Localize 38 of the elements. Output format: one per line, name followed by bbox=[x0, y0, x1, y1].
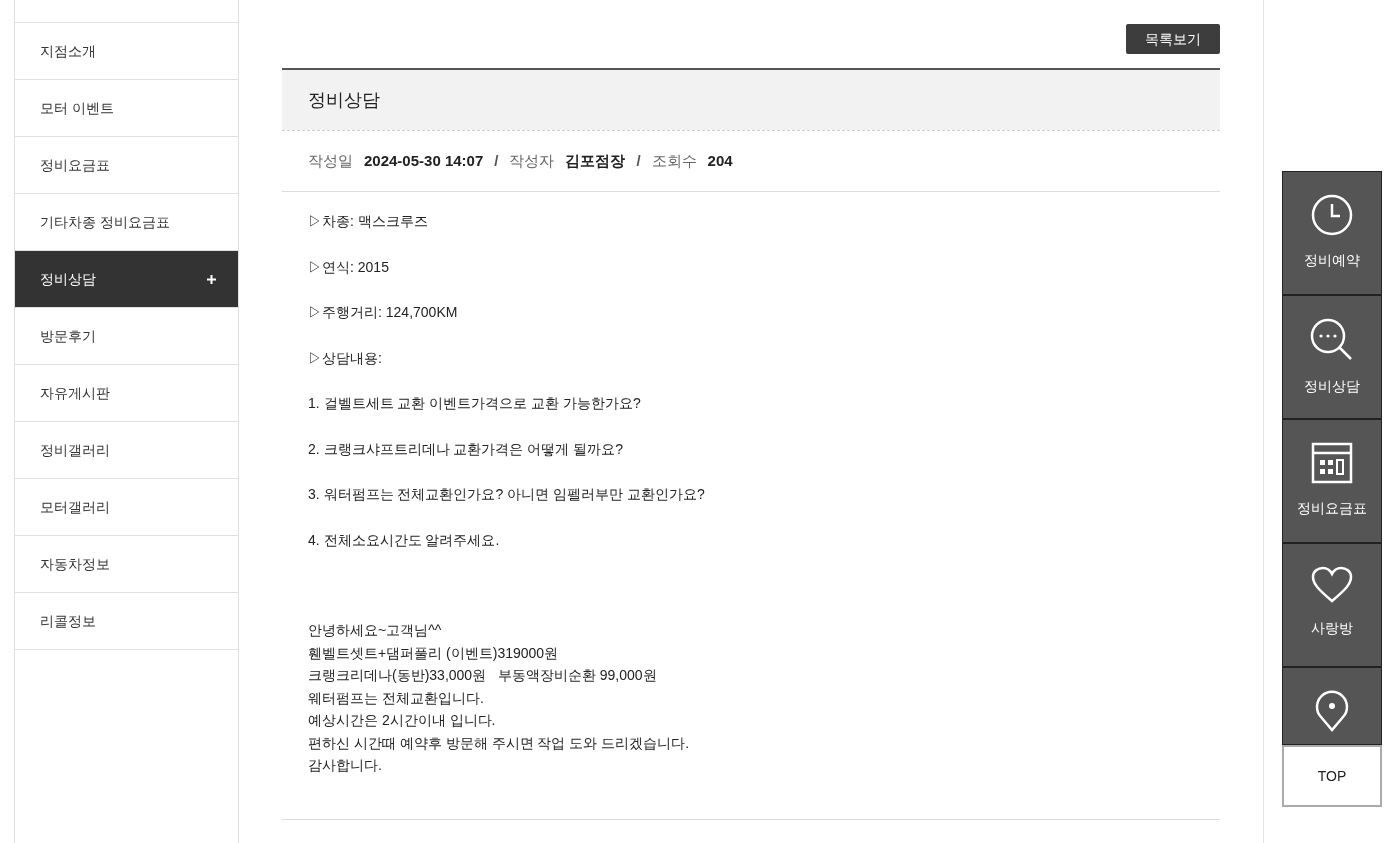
body-text: 1. 걸벨트세트 교환 이벤트가격으로 교환 가능한가요? bbox=[308, 394, 642, 413]
body-text: ▷주행거리: 124,700KM bbox=[308, 303, 459, 322]
quick-menu-item[interactable] bbox=[1282, 667, 1382, 745]
meta-value: 김포점장 bbox=[565, 150, 626, 171]
body-text: 예상시간은 2시간이내 입니다. bbox=[308, 711, 497, 730]
separator: / bbox=[494, 150, 499, 171]
top-button[interactable]: TOP bbox=[1282, 745, 1382, 807]
body-text: ▷상담내용: bbox=[308, 348, 383, 368]
quick-menu-item[interactable]: 정비요금표 bbox=[1282, 419, 1382, 543]
meta-label: 작성일 bbox=[308, 150, 353, 171]
body-text: 크랭크리데나(동반)33,000원 부동액장비순환 99,000원 bbox=[308, 666, 658, 685]
body-text: 3. 워터펌프는 전체교환인가요? 아니면 임펠러부만 교환인가요? bbox=[308, 485, 706, 504]
heart-icon bbox=[1311, 566, 1353, 604]
body-text: 2. 크랭크샤프트리데나 교환가격은 어떻게 될까요? bbox=[308, 439, 625, 459]
plus-icon bbox=[207, 274, 216, 284]
separator: / bbox=[636, 150, 641, 171]
calculator-icon bbox=[1311, 442, 1353, 484]
list-button[interactable]: 목록보기 bbox=[1126, 24, 1220, 54]
body-text: 웨터펌프는 전체교환입니다. bbox=[308, 688, 485, 708]
body-text: 휀벨트셋트+댐퍼풀리 (이벤트)319000원 bbox=[308, 643, 560, 663]
search-icon bbox=[1310, 318, 1354, 362]
body-text: 편하신 시간때 예약후 방문해 주시면 작업 도와 드리겠습니다. bbox=[308, 733, 691, 753]
quick-menu-item[interactable]: 정비예약 bbox=[1282, 171, 1382, 295]
meta-value: 204 bbox=[707, 150, 733, 171]
meta-value: 2024-05-30 14:07 bbox=[364, 150, 484, 171]
post-title: 정비상담 bbox=[308, 88, 380, 112]
body-text: 안녕하세요~고객님^^ bbox=[308, 621, 443, 640]
meta-label: 작성자 bbox=[509, 150, 555, 171]
clock-icon bbox=[1311, 194, 1353, 236]
quick-menu-item[interactable]: 정비상담 bbox=[1282, 295, 1382, 419]
body-text: ▷차종: 맥스크루즈 bbox=[308, 212, 429, 231]
body-text: ▷연식: 2015 bbox=[308, 257, 390, 277]
sidebar-item[interactable]: 정비상담 bbox=[15, 251, 238, 308]
body-text: 감사합니다. bbox=[308, 756, 383, 775]
location-pin-icon bbox=[1315, 690, 1349, 732]
body-text: 4. 전체소요시간도 알려주세요. bbox=[308, 530, 501, 550]
meta-label: 조회수 bbox=[651, 150, 697, 171]
quick-menu-item[interactable]: 사랑방 bbox=[1282, 543, 1382, 667]
